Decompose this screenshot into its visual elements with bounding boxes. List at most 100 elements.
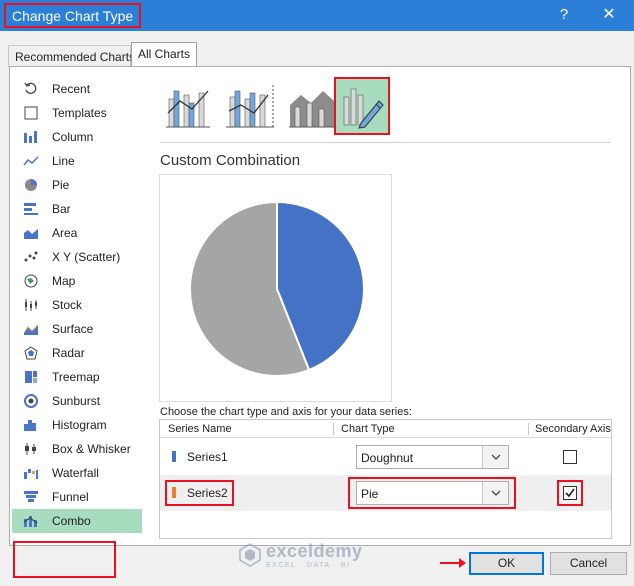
sidebar-item-stock[interactable]: Stock: [12, 293, 142, 317]
series-table: Series Name Chart Type Secondary Axis Se…: [159, 419, 612, 539]
sidebar-item-sunburst[interactable]: Sunburst: [12, 389, 142, 413]
area-chart-icon: [22, 225, 40, 241]
combo-highlight-box: [13, 541, 116, 578]
dropdown-value: Doughnut: [361, 451, 414, 465]
cancel-button[interactable]: Cancel: [550, 552, 627, 575]
sidebar-item-label: Waterfall: [52, 466, 99, 480]
treemap-chart-icon: [22, 369, 40, 385]
sidebar-item-radar[interactable]: Radar: [12, 341, 142, 365]
secondary-axis-checkbox-series1[interactable]: [563, 450, 577, 464]
chart-type-dropdown-series1[interactable]: Doughnut: [356, 445, 509, 469]
sidebar-item-label: Histogram: [52, 418, 107, 432]
all-charts-panel: Recent Templates Column Line Pie Bar Are…: [9, 66, 631, 578]
sidebar-item-label: Map: [52, 274, 76, 288]
section-title: Custom Combination: [160, 152, 301, 169]
chevron-down-icon[interactable]: [482, 446, 508, 468]
series-caption: Choose the chart type and axis for your …: [160, 406, 412, 418]
sidebar-item-bar[interactable]: Bar: [12, 197, 142, 221]
title-bar: Change Chart Type ? ✕: [0, 0, 634, 31]
watermark-name: exceldemy: [266, 541, 363, 561]
tab-all-charts[interactable]: All Charts: [131, 42, 197, 67]
combo-chart-icon: [22, 513, 40, 529]
gallery-divider: [160, 142, 610, 143]
watermark: exceldemy EXCEL · DATA · BI: [238, 540, 363, 570]
sidebar-item-map[interactable]: Map: [12, 269, 142, 293]
sidebar-item-combo[interactable]: Combo: [12, 509, 142, 533]
combo-type-gallery: [160, 77, 610, 137]
sidebar-item-label: Funnel: [52, 490, 89, 504]
histogram-chart-icon: [22, 417, 40, 433]
watermark-text: exceldemy EXCEL · DATA · BI: [266, 541, 363, 569]
series2-name-highlight: [165, 480, 234, 506]
sunburst-chart-icon: [22, 393, 40, 409]
recent-icon: [22, 81, 40, 97]
sidebar-item-histogram[interactable]: Histogram: [12, 413, 142, 437]
header-series-name: Series Name: [168, 423, 232, 435]
change-chart-type-dialog: Recommended Charts All Charts Recent Tem…: [0, 31, 634, 586]
sidebar-item-label: Treemap: [52, 370, 100, 384]
pie-preview-svg: [189, 200, 365, 377]
sidebar-item-surface[interactable]: Surface: [12, 317, 142, 341]
sidebar-item-label: Combo: [52, 514, 91, 528]
series2-axis-highlight: [557, 480, 583, 506]
ok-button[interactable]: OK: [469, 552, 544, 575]
header-divider: [528, 423, 529, 435]
map-chart-icon: [22, 273, 40, 289]
series-table-header: Series Name Chart Type Secondary Axis: [160, 420, 611, 438]
sidebar-item-label: Sunburst: [52, 394, 101, 408]
series-name: Series1: [187, 450, 228, 464]
close-button[interactable]: ✕: [594, 3, 624, 27]
templates-icon: [22, 105, 40, 121]
sidebar-item-label: Bar: [52, 202, 71, 216]
sidebar-item-label: X Y (Scatter): [52, 250, 121, 264]
help-button[interactable]: ?: [549, 3, 579, 27]
sidebar-item-label: Box & Whisker: [52, 442, 131, 456]
header-chart-type: Chart Type: [341, 423, 395, 435]
sidebar-item-label: Surface: [52, 322, 94, 336]
header-secondary-axis: Secondary Axis: [535, 423, 611, 435]
clustered-column-line-secondary-axis-icon[interactable]: [222, 77, 278, 135]
red-arrow-icon: [440, 558, 466, 568]
series2-type-highlight: [348, 477, 516, 509]
waterfall-chart-icon: [22, 465, 40, 481]
sidebar-item-label: Radar: [52, 346, 85, 360]
table-row: Series2 Pie: [160, 475, 611, 511]
sidebar-item-label: Stock: [52, 298, 83, 312]
window-title: Change Chart Type: [4, 3, 142, 28]
pie-chart-icon: [22, 177, 40, 193]
bar-chart-icon: [22, 201, 40, 217]
sidebar-item-label: Recent: [52, 82, 91, 96]
table-row: Series1 Doughnut: [160, 439, 611, 475]
column-chart-icon: [22, 129, 40, 145]
sidebar-item-recent[interactable]: Recent: [12, 77, 142, 101]
sidebar-item-scatter[interactable]: X Y (Scatter): [12, 245, 142, 269]
sidebar-item-area[interactable]: Area: [12, 221, 142, 245]
sidebar-item-box-whisker[interactable]: Box & Whisker: [12, 437, 142, 461]
radar-chart-icon: [22, 345, 40, 361]
header-divider: [333, 423, 334, 435]
surface-chart-icon: [22, 321, 40, 337]
exceldemy-logo-icon: [239, 543, 261, 567]
clustered-column-line-icon[interactable]: [160, 77, 216, 135]
sidebar-item-line[interactable]: Line: [12, 149, 142, 173]
sidebar-item-pie[interactable]: Pie: [12, 173, 142, 197]
box-whisker-chart-icon: [22, 441, 40, 457]
scatter-chart-icon: [22, 249, 40, 265]
stock-chart-icon: [22, 297, 40, 313]
sidebar-item-funnel[interactable]: Funnel: [12, 485, 142, 509]
sidebar-item-label: Pie: [52, 178, 70, 192]
tab-recommended-charts[interactable]: Recommended Charts: [8, 45, 135, 67]
sidebar-item-templates[interactable]: Templates: [12, 101, 142, 125]
chart-preview: [159, 174, 392, 402]
stacked-area-clustered-column-icon[interactable]: [284, 77, 340, 135]
custom-combination-icon[interactable]: [334, 77, 390, 135]
sidebar-item-column[interactable]: Column: [12, 125, 142, 149]
sidebar-item-treemap[interactable]: Treemap: [12, 365, 142, 389]
line-chart-icon: [22, 153, 40, 169]
chart-category-list: Recent Templates Column Line Pie Bar Are…: [12, 77, 142, 533]
sidebar-item-waterfall[interactable]: Waterfall: [12, 461, 142, 485]
watermark-tagline: EXCEL · DATA · BI: [266, 562, 351, 569]
series1-color-swatch: [172, 451, 176, 462]
sidebar-item-label: Line: [52, 154, 75, 168]
funnel-chart-icon: [22, 489, 40, 505]
